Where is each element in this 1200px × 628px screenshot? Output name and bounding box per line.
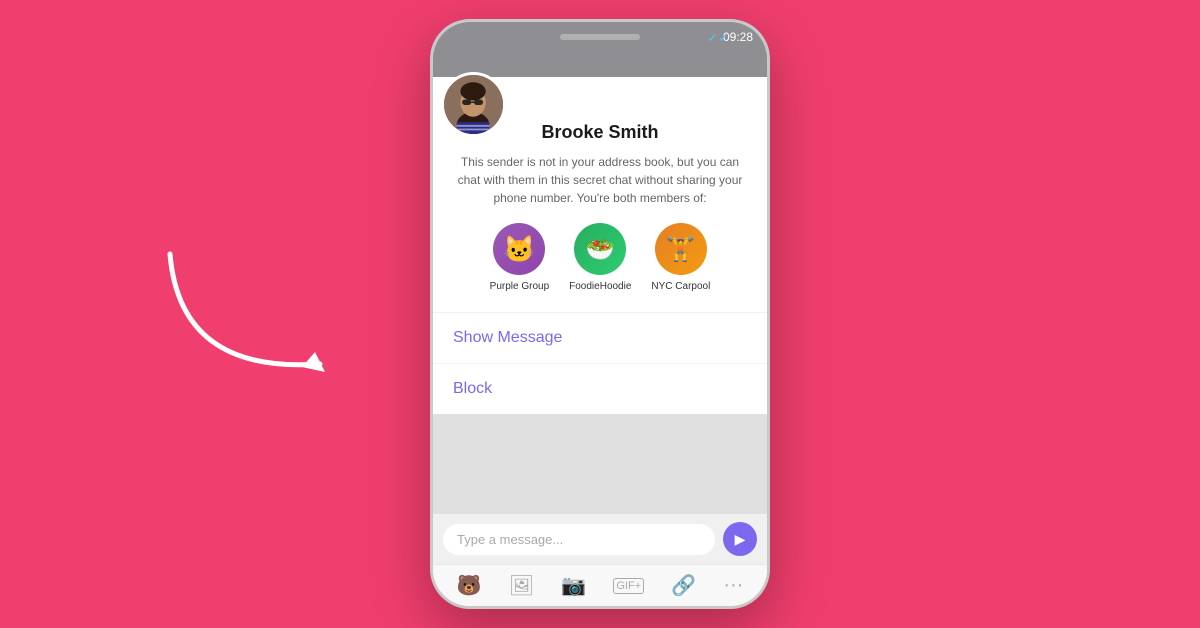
message-input-area: Type a message... ▶ <box>433 514 767 564</box>
phone-frame: 09:28 ✓✓ ure vet... 09:28 ✓ <box>430 19 770 609</box>
gallery-icon[interactable]: 🖼 <box>509 573 534 598</box>
more-icon[interactable]: ··· <box>723 574 743 597</box>
sticker-icon[interactable]: 🐻 <box>457 573 482 598</box>
toolbar: 🐻 🖼 📷 GIF+ 🔗 ··· <box>433 564 767 606</box>
group-icon-purple: 🐱 <box>493 223 545 275</box>
camera-icon[interactable]: 📷 <box>561 573 586 598</box>
group-label-food: FoodieHoodie <box>569 281 631 292</box>
gif-icon[interactable]: GIF+ <box>613 578 644 594</box>
group-item-car[interactable]: 🏋 NYC Carpool <box>651 223 710 292</box>
contact-name: Brooke Smith <box>541 122 658 143</box>
group-label-purple: Purple Group <box>490 281 549 292</box>
group-item-purple[interactable]: 🐱 Purple Group <box>490 223 549 292</box>
read-receipt-icon: ✓✓ <box>707 30 729 46</box>
show-message-button[interactable]: Show Message <box>453 329 747 347</box>
group-item-food[interactable]: 🥗 FoodieHoodie <box>569 223 631 292</box>
block-section: Block <box>433 364 767 414</box>
contact-description: This sender is not in your address book,… <box>433 153 767 207</box>
shared-groups: 🐱 Purple Group 🥗 FoodieHoodie 🏋 NYC Carp… <box>490 223 711 296</box>
group-icon-food: 🥗 <box>574 223 626 275</box>
show-message-section: Show Message <box>433 313 767 364</box>
group-label-car: NYC Carpool <box>651 281 710 292</box>
phone-notch <box>560 34 640 40</box>
avatar <box>441 72 506 137</box>
chat-header: 09:28 ✓✓ <box>433 22 767 77</box>
link-icon[interactable]: 🔗 <box>671 573 696 598</box>
send-button[interactable]: ▶ <box>723 522 757 556</box>
contact-modal: Brooke Smith This sender is not in your … <box>433 77 767 414</box>
message-placeholder: Type a message... <box>457 532 563 547</box>
group-icon-car: 🏋 <box>655 223 707 275</box>
arrow-decoration <box>140 224 360 404</box>
message-input[interactable]: Type a message... <box>443 524 715 555</box>
phone-bottom: Type a message... ▶ 🐻 🖼 📷 GIF+ 🔗 ··· <box>433 514 767 606</box>
avatar-image <box>444 75 503 134</box>
block-button[interactable]: Block <box>453 380 747 398</box>
